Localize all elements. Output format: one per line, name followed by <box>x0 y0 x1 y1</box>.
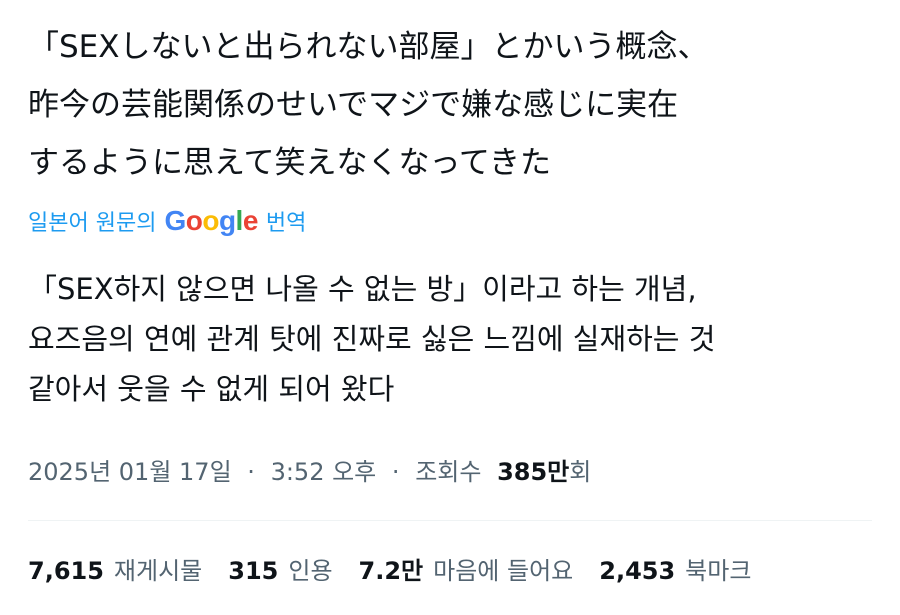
google-logo-letter: G <box>164 205 186 236</box>
tweet-text-line: 昨今の芸能関係のせいでマジで嫌な感じに実在 <box>28 87 679 123</box>
engagement-stats: 7,615 재게시물 315 인용 7.2만 마음에 들어요 2,453 북마크 <box>28 551 777 586</box>
google-logo-letter: l <box>235 205 244 236</box>
google-logo-letter: o <box>185 205 203 236</box>
views-count: 385만 <box>497 458 570 486</box>
meta-separator: · <box>247 458 255 486</box>
views-suffix: 회 <box>569 458 592 486</box>
likes-count: 7.2만 <box>358 557 424 585</box>
bookmarks-stat[interactable]: 2,453 북마크 <box>599 551 751 586</box>
tweet-detail: 「SEXしないと出られない部屋」とかいう概念、 昨今の芸能関係のせいでマジで嫌な… <box>0 0 900 615</box>
divider <box>28 520 872 521</box>
reposts-stat[interactable]: 7,615 재게시물 <box>28 551 202 586</box>
bookmarks-label: 북마크 <box>685 557 752 585</box>
translation-notice[interactable]: 일본어 원문의 Google 번역 <box>28 203 306 239</box>
tweet-original-text: 「SEXしないと出られない部屋」とかいう概念、 昨今の芸能関係のせいでマジで嫌な… <box>28 18 878 192</box>
tweet-text-line: するように思えて笑えなくなってきた <box>28 145 551 181</box>
views-label: 조회수 <box>415 458 482 486</box>
translated-text-line: 같아서 웃을 수 없게 되어 왔다 <box>28 372 395 406</box>
google-logo-letter: e <box>242 205 259 236</box>
translated-text-line: 「SEX하지 않으면 나올 수 없는 방」이라고 하는 개념, <box>28 272 697 306</box>
tweet-text-line: 「SEXしないと出られない部屋」とかいう概念、 <box>28 29 709 65</box>
tweet-time[interactable]: 3:52 오후 <box>271 458 377 486</box>
google-logo: Google <box>164 205 259 237</box>
google-logo-letter: o <box>202 205 219 236</box>
likes-label: 마음에 들어요 <box>433 557 574 585</box>
translated-text-line: 요즈음의 연예 관계 탓에 진짜로 싫은 느낌에 실재하는 것 <box>28 322 716 356</box>
bookmarks-count: 2,453 <box>599 557 676 585</box>
quotes-stat[interactable]: 315 인용 <box>228 551 332 586</box>
reposts-label: 재게시물 <box>113 557 203 585</box>
meta-separator: · <box>391 458 400 486</box>
tweet-translated-text: 「SEX하지 않으면 나올 수 없는 방」이라고 하는 개념, 요즈음의 연예 … <box>28 264 888 414</box>
translation-suffix: 번역 <box>265 211 307 236</box>
tweet-metadata: 2025년 01월 17일 · 3:52 오후 · 조회수 385만회 <box>28 452 591 487</box>
translation-prefix: 일본어 원문의 <box>28 211 157 236</box>
quotes-count: 315 <box>228 557 279 585</box>
quotes-label: 인용 <box>288 557 333 585</box>
likes-stat[interactable]: 7.2만 마음에 들어요 <box>359 551 574 586</box>
google-logo-letter: g <box>218 205 236 236</box>
tweet-date[interactable]: 2025년 01월 17일 <box>28 458 232 486</box>
reposts-count: 7,615 <box>28 557 104 585</box>
